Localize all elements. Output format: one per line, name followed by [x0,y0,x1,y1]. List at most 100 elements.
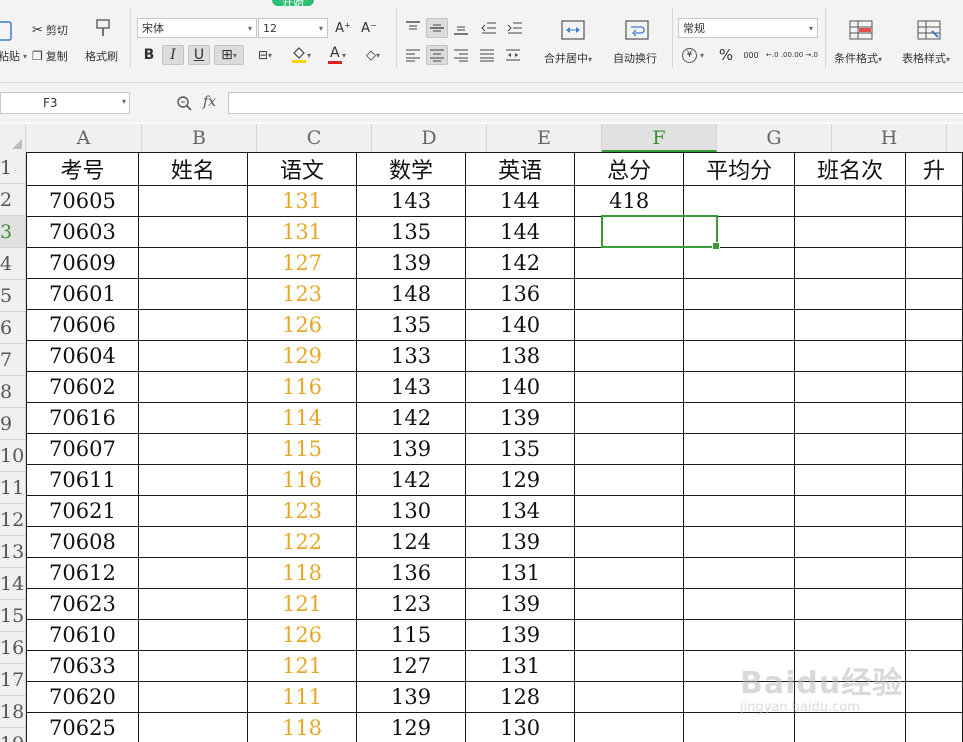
merge-center-button[interactable]: 合并居中▾ [544,50,592,66]
row-header-15[interactable]: 15 [0,600,25,632]
cell[interactable]: 130 [356,495,467,527]
cell[interactable] [794,402,907,434]
cell[interactable]: 129 [356,712,467,742]
cell[interactable] [137,371,248,403]
table-style-icon[interactable] [916,18,942,42]
row-header-10[interactable]: 10 [0,440,25,472]
select-all-corner[interactable] [0,124,26,152]
cell[interactable] [574,526,685,558]
cell[interactable]: 111 [246,681,358,713]
cell[interactable] [683,619,796,651]
thousands-separator-button[interactable]: 000 [740,45,762,65]
cell[interactable]: 总分 [574,152,685,186]
cell[interactable]: 140 [465,371,576,403]
cell[interactable] [137,650,248,682]
cell[interactable] [137,433,248,465]
paste-icon[interactable] [0,18,14,44]
cell[interactable]: 133 [356,340,467,372]
cell[interactable]: 70602 [26,371,139,403]
column-header-d[interactable]: D [372,124,487,152]
cell[interactable]: 数学 [356,152,467,186]
tab-home[interactable]: 开始 [272,0,314,9]
justify-icon[interactable] [476,45,498,65]
font-color-button[interactable]: A ▾ [322,45,352,65]
cell[interactable] [683,278,796,310]
cell[interactable]: 114 [246,402,358,434]
cell[interactable] [905,712,963,742]
cell[interactable] [683,557,796,589]
cell[interactable] [574,278,685,310]
cell[interactable]: 134 [465,495,576,527]
cell[interactable] [905,681,963,713]
cell[interactable]: 140 [465,309,576,341]
column-header-f[interactable]: F [602,124,717,152]
font-name-select[interactable]: 宋体 ▾ [137,18,257,38]
row-header-14[interactable]: 14 [0,568,25,600]
cell[interactable] [683,185,796,217]
cell[interactable]: 139 [356,247,467,279]
cell[interactable] [574,495,685,527]
cell[interactable] [683,309,796,341]
conditional-format-icon[interactable] [848,18,874,42]
cell[interactable]: 姓名 [137,152,248,186]
cell[interactable] [794,557,907,589]
cell[interactable]: 70604 [26,340,139,372]
cell[interactable] [905,309,963,341]
currency-button[interactable]: ¥ ▾ [682,48,704,63]
cell[interactable]: 116 [246,464,358,496]
cell[interactable]: 129 [246,340,358,372]
cell[interactable]: 115 [246,433,358,465]
cell[interactable] [794,216,907,248]
cell[interactable] [137,247,248,279]
cell[interactable] [794,495,907,527]
row-header-5[interactable]: 5 [0,280,25,312]
cell[interactable] [905,340,963,372]
cell[interactable] [905,185,963,217]
cell[interactable] [137,619,248,651]
cell[interactable] [137,340,248,372]
cell[interactable] [137,309,248,341]
cell[interactable]: 127 [246,247,358,279]
cell[interactable]: 418 [574,185,685,217]
cell[interactable] [905,557,963,589]
cell[interactable] [683,216,796,248]
align-right-icon[interactable] [450,45,472,65]
cell[interactable]: 70601 [26,278,139,310]
cell[interactable] [137,495,248,527]
cell[interactable]: 135 [356,216,467,248]
cell[interactable] [574,402,685,434]
cell[interactable] [574,371,685,403]
cell[interactable]: 语文 [246,152,358,186]
cell[interactable] [574,588,685,620]
italic-button[interactable]: I [162,45,184,65]
cell[interactable] [794,309,907,341]
cell[interactable] [683,371,796,403]
clear-button[interactable]: ◇ ▾ [358,45,388,65]
cell[interactable] [905,278,963,310]
cell[interactable]: 142 [356,402,467,434]
cell[interactable]: 139 [356,433,467,465]
cell[interactable]: 143 [356,185,467,217]
row-header-3[interactable]: 3 [0,216,25,248]
row-header-6[interactable]: 6 [0,312,25,344]
cell[interactable] [905,371,963,403]
row-header-19[interactable]: 19 [0,728,25,742]
cell[interactable] [137,402,248,434]
cell[interactable] [794,681,907,713]
cut-button[interactable]: ✂ 剪切 [32,22,68,38]
cell[interactable]: 135 [465,433,576,465]
cell[interactable]: 121 [246,588,358,620]
format-painter-icon[interactable] [92,18,114,38]
row-header-9[interactable]: 9 [0,408,25,440]
row-header-4[interactable]: 4 [0,248,25,280]
column-header-a[interactable]: A [26,124,142,152]
cell[interactable]: 70608 [26,526,139,558]
cell[interactable]: 116 [246,371,358,403]
cell[interactable] [683,526,796,558]
cell[interactable] [137,588,248,620]
formula-input[interactable] [228,92,963,114]
cell[interactable]: 70609 [26,247,139,279]
zoom-search-icon[interactable] [176,95,192,114]
cell[interactable]: 70610 [26,619,139,651]
cell[interactable]: 122 [246,526,358,558]
